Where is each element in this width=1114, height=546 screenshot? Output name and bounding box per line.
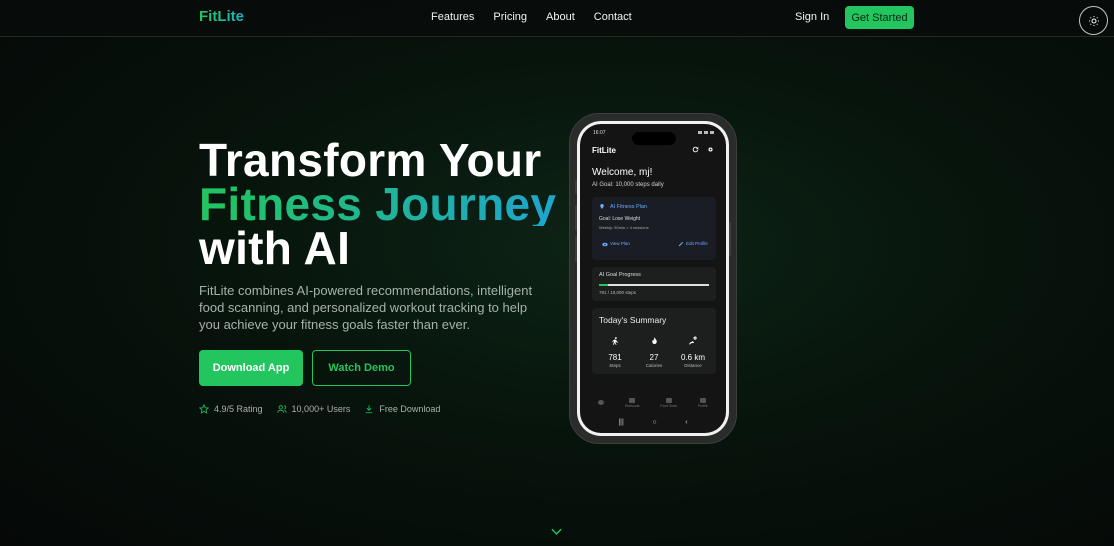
- eye-icon: [602, 242, 608, 247]
- hero-stats: 4.9/5 Rating 10,000+ Users Free Download: [199, 404, 440, 414]
- distance-value: 0.6 km: [680, 353, 705, 362]
- status-bar-time: 16:07: [593, 130, 606, 136]
- summary-distance: 0.6 km Distance: [676, 333, 710, 368]
- bottom-nav-food-scan[interactable]: Food Scan: [660, 398, 677, 408]
- ai-goal-progress-card: AI Goal Progress 781 / 10,000 steps: [592, 267, 716, 301]
- plan-card-title: AI Fitness Plan: [610, 204, 647, 210]
- walk-icon: [611, 337, 618, 345]
- location-pin-icon: [600, 204, 604, 209]
- progress-title: AI Goal Progress: [599, 272, 641, 278]
- progress-value: 781 / 10,000 steps: [599, 290, 637, 295]
- theme-toggle-button[interactable]: [1079, 6, 1108, 35]
- star-icon: [199, 404, 209, 414]
- welcome-text: Welcome, mj!: [592, 167, 653, 178]
- stat-rating: 4.9/5 Rating: [199, 404, 263, 414]
- plan-weekly: Weekly: 50min × 4 sessions: [599, 225, 649, 230]
- nav-link-contact[interactable]: Contact: [594, 11, 632, 23]
- steps-label: Steps: [609, 363, 621, 368]
- stat-users: 10,000+ Users: [276, 404, 351, 414]
- edit-profile-link[interactable]: Edit Profile: [686, 241, 708, 246]
- stat-download-label: Free Download: [379, 404, 441, 414]
- phone-screen: 16:07 FitLite Welcome, mj! AI Goal: 10,0…: [580, 124, 726, 433]
- today-summary-card: Today's Summary 781 Steps 27 Calories 0.…: [592, 308, 716, 374]
- nav-link-pricing[interactable]: Pricing: [493, 11, 527, 23]
- sign-in-link[interactable]: Sign In: [795, 11, 829, 23]
- view-plan-link[interactable]: View Plan: [610, 241, 630, 246]
- phone-notch: [632, 132, 676, 145]
- top-navbar: FitLite Features Pricing About Contact S…: [0, 0, 1114, 37]
- hero-title-highlight: Fitness Journey: [199, 178, 557, 230]
- refresh-icon[interactable]: [692, 146, 699, 153]
- get-started-button[interactable]: Get Started: [845, 6, 914, 29]
- stat-rating-label: 4.9/5 Rating: [214, 404, 263, 414]
- nav-links: Features Pricing About Contact: [431, 11, 632, 23]
- app-bottom-nav: Workouts Food Scan Profile: [580, 394, 726, 412]
- sun-icon: [1088, 15, 1099, 26]
- hero-description: FitLite combines AI-powered recommendati…: [199, 283, 533, 332]
- summary-steps: 781 Steps: [598, 333, 632, 368]
- users-icon: [276, 405, 287, 413]
- stat-users-label: 10,000+ Users: [291, 404, 351, 414]
- ai-fitness-plan-card: AI Fitness Plan Goal: Lose Weight Weekly…: [592, 197, 716, 260]
- hero-title: Transform Your Fitness Journey with AI: [199, 134, 557, 274]
- phone-frame: 16:07 FitLite Welcome, mj! AI Goal: 10,0…: [577, 121, 729, 436]
- app-header-icons: [692, 146, 714, 153]
- watch-demo-button[interactable]: Watch Demo: [312, 350, 411, 386]
- scroll-down-chevron-icon[interactable]: [551, 528, 562, 536]
- back-button[interactable]: ‹: [685, 419, 687, 426]
- stat-download: Free Download: [364, 404, 440, 414]
- nav-link-features[interactable]: Features: [431, 11, 474, 23]
- settings-icon[interactable]: [707, 146, 714, 153]
- nav-link-about[interactable]: About: [546, 11, 575, 23]
- home-button[interactable]: ○: [652, 419, 656, 426]
- logo[interactable]: FitLite: [199, 8, 244, 25]
- distance-icon: [689, 336, 697, 345]
- download-app-button[interactable]: Download App: [199, 350, 303, 386]
- bottom-nav-profile[interactable]: Profile: [698, 398, 708, 408]
- hero-title-line1: Transform Your: [199, 134, 542, 186]
- summary-title: Today's Summary: [599, 315, 667, 325]
- calories-label: Calories: [645, 363, 663, 368]
- bottom-nav-home[interactable]: [598, 400, 605, 406]
- pencil-icon: [678, 242, 683, 247]
- plan-goal: Goal: Lose Weight: [599, 216, 641, 222]
- system-nav-bar: ||| ○ ‹: [580, 415, 726, 429]
- distance-label: Distance: [684, 363, 702, 368]
- summary-calories: 27 Calories: [637, 333, 671, 368]
- status-bar-icons: [698, 131, 714, 134]
- progress-bar: [599, 284, 709, 286]
- progress-fill: [599, 284, 608, 286]
- hero-title-line3: with AI: [199, 222, 351, 274]
- recent-apps-button[interactable]: |||: [618, 419, 623, 426]
- calories-value: 27: [649, 353, 659, 362]
- flame-icon: [651, 337, 657, 344]
- app-title: FitLite: [592, 146, 616, 155]
- ai-goal-text: AI Goal: 10,000 steps daily: [592, 182, 664, 188]
- download-icon: [366, 405, 373, 414]
- bottom-nav-workouts[interactable]: Workouts: [625, 398, 640, 408]
- steps-value: 781: [608, 353, 622, 362]
